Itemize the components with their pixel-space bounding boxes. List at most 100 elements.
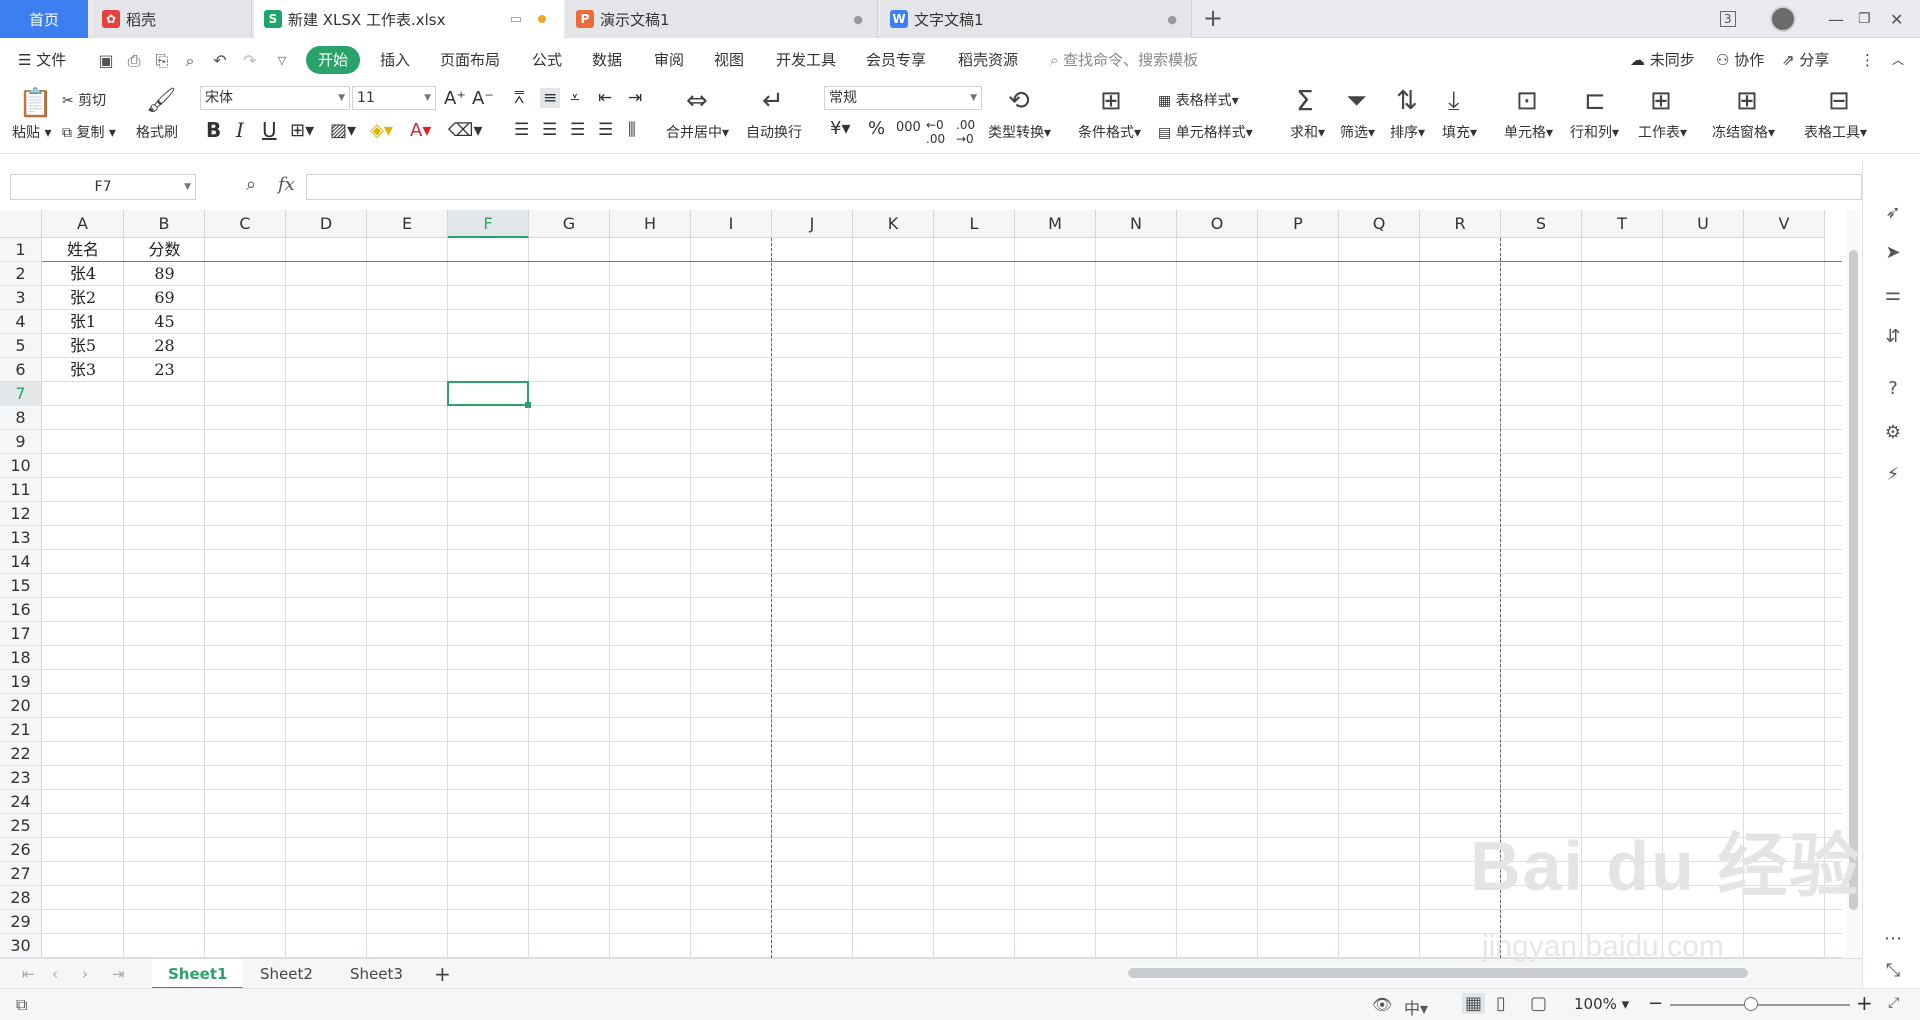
name-box[interactable]: F7 ▼ (10, 174, 196, 200)
row-header-10[interactable]: 10 (0, 454, 42, 478)
tab-daoke[interactable]: ✿ 稻壳 (92, 0, 252, 38)
row-header-30[interactable]: 30 (0, 934, 42, 958)
row-col-button[interactable]: 行和列▾ (1570, 122, 1619, 142)
cell-a4[interactable]: 张1 (42, 310, 124, 334)
help-icon[interactable]: ? (1882, 378, 1904, 400)
row-header-11[interactable]: 11 (0, 478, 42, 502)
row-header-13[interactable]: 13 (0, 526, 42, 550)
page-layout-view-icon[interactable]: ▯ (1496, 993, 1506, 1014)
table-style-button[interactable]: ▦ 表格样式▾ (1158, 90, 1239, 110)
fill-pattern-icon[interactable]: ▨▾ (330, 120, 356, 141)
zoom-slider-handle[interactable] (1744, 997, 1758, 1011)
fill-button[interactable]: 填充▾ (1442, 122, 1477, 142)
more-icon[interactable]: ⋯ (1882, 928, 1904, 950)
column-header-c[interactable]: C (205, 210, 286, 238)
zoom-formula-icon[interactable]: ⌕ (246, 174, 256, 195)
column-header-q[interactable]: Q (1339, 210, 1420, 238)
percent-button[interactable]: % (868, 118, 885, 139)
decrease-font-icon[interactable]: A⁻ (472, 88, 494, 109)
close-window-button[interactable]: ✕ (1890, 0, 1903, 38)
row-header-24[interactable]: 24 (0, 790, 42, 814)
cell-style-button[interactable]: ▤ 单元格样式▾ (1158, 122, 1253, 142)
fullscreen-icon[interactable]: ⤢ (1888, 995, 1899, 1011)
row-header-25[interactable]: 25 (0, 814, 42, 838)
conditional-format-icon[interactable]: ⊞ (1100, 86, 1122, 116)
macro-record-icon[interactable]: ⧉ (16, 995, 27, 1015)
customize-quick-access-icon[interactable]: ▽ (272, 51, 292, 71)
collapse-ribbon-icon[interactable]: ︿ (1892, 46, 1904, 74)
new-tab-plus-icon[interactable]: + (1203, 4, 1223, 32)
restore-button[interactable]: ❐ (1858, 0, 1871, 38)
column-header-k[interactable]: K (853, 210, 934, 238)
column-header-e[interactable]: E (367, 210, 448, 238)
wrap-text-icon[interactable]: ↵ (762, 86, 784, 116)
export-pdf-icon[interactable]: ⎙ (124, 51, 144, 71)
row-header-12[interactable]: 12 (0, 502, 42, 526)
eraser-icon[interactable]: ⌫▾ (448, 120, 483, 141)
thousands-button[interactable]: 000 (896, 120, 921, 135)
column-header-m[interactable]: M (1015, 210, 1096, 238)
menu-tab-insert[interactable]: 插入 (380, 46, 410, 74)
sheet-tab-3[interactable]: Sheet3 (334, 959, 419, 989)
menu-tab-formula[interactable]: 公式 (532, 46, 562, 74)
number-format-select[interactable]: 常规 ▼ (824, 86, 982, 110)
align-top-icon[interactable]: ⩞ (514, 88, 524, 108)
lightning-icon[interactable]: ⚡ (1882, 464, 1904, 486)
menu-tab-view[interactable]: 视图 (714, 46, 744, 74)
column-header-t[interactable]: T (1582, 210, 1663, 238)
sort-icon[interactable]: ⇅ (1396, 86, 1418, 116)
zoom-slider[interactable] (1670, 1004, 1850, 1006)
align-bottom-icon[interactable]: ⩡ (570, 88, 580, 108)
column-header-u[interactable]: U (1663, 210, 1744, 238)
row-header-6[interactable]: 6 (0, 358, 42, 382)
row-header-27[interactable]: 27 (0, 862, 42, 886)
row-header-8[interactable]: 8 (0, 406, 42, 430)
monitor-icon[interactable]: ▭ (510, 12, 522, 27)
merge-center-button[interactable]: 合并居中▾ (666, 122, 729, 142)
indent-decrease-icon[interactable]: ⇤ (598, 88, 612, 108)
window-count-badge[interactable]: 3 (1720, 0, 1736, 38)
tab-ppt[interactable]: P 演示文稿1 ● (566, 0, 878, 38)
minimize-button[interactable]: — (1828, 0, 1844, 38)
paste-button[interactable]: 粘贴 ▾ (12, 122, 51, 142)
cell-a3[interactable]: 张2 (42, 286, 124, 310)
menu-tab-data[interactable]: 数据 (592, 46, 622, 74)
column-header-v[interactable]: V (1744, 210, 1825, 238)
align-left-icon[interactable]: ☰ (514, 120, 529, 140)
menu-tab-home[interactable]: 开始 (306, 46, 361, 74)
cell-b6[interactable]: 23 (124, 358, 205, 382)
font-size-select[interactable]: 11 ▼ (352, 86, 436, 110)
paste-icon[interactable]: 📋 (18, 86, 53, 119)
sheet-tab-1[interactable]: Sheet1 (152, 959, 244, 989)
column-header-l[interactable]: L (934, 210, 1015, 238)
conditional-format-button[interactable]: 条件格式▾ (1078, 122, 1141, 142)
cell-b3[interactable]: 69 (124, 286, 205, 310)
filter-button[interactable]: 筛选▾ (1340, 122, 1375, 142)
avatar[interactable] (1770, 0, 1796, 38)
cell-b1[interactable]: 分数 (124, 238, 205, 262)
share-button[interactable]: ⇗ 分享 (1782, 46, 1829, 74)
undo-icon[interactable]: ↶ (210, 51, 230, 71)
row-header-21[interactable]: 21 (0, 718, 42, 742)
print-preview-icon[interactable]: ⌕ (180, 51, 200, 71)
sync-status-button[interactable]: ☁ 未同步 (1630, 46, 1695, 74)
row-header-20[interactable]: 20 (0, 694, 42, 718)
tab-doc[interactable]: W 文字文稿1 ● (880, 0, 1192, 38)
row-header-28[interactable]: 28 (0, 886, 42, 910)
sliders-icon[interactable]: ⚌ (1882, 284, 1904, 306)
row-header-15[interactable]: 15 (0, 574, 42, 598)
increase-decimal-icon[interactable]: ←0.00 (926, 118, 945, 146)
type-convert-button[interactable]: 类型转换▾ (988, 122, 1051, 142)
command-search[interactable]: ⌕ 查找命令、搜索模板 (1050, 46, 1198, 74)
rocket-icon[interactable]: ➶ (1882, 202, 1904, 224)
border-icon[interactable]: ⊞▾ (290, 120, 314, 141)
fx-button[interactable]: fx (278, 174, 295, 195)
cell-b2[interactable]: 89 (124, 262, 205, 286)
cell-a5[interactable]: 张5 (42, 334, 124, 358)
column-header-g[interactable]: G (529, 210, 610, 238)
copy-button[interactable]: ⧉ 复制 ▾ (62, 122, 116, 142)
wrap-text-button[interactable]: 自动换行 (746, 122, 802, 142)
row-col-icon[interactable]: ⊏ (1584, 86, 1606, 116)
align-center-icon[interactable]: ☰ (542, 120, 557, 140)
sort-button[interactable]: 排序▾ (1390, 122, 1425, 142)
